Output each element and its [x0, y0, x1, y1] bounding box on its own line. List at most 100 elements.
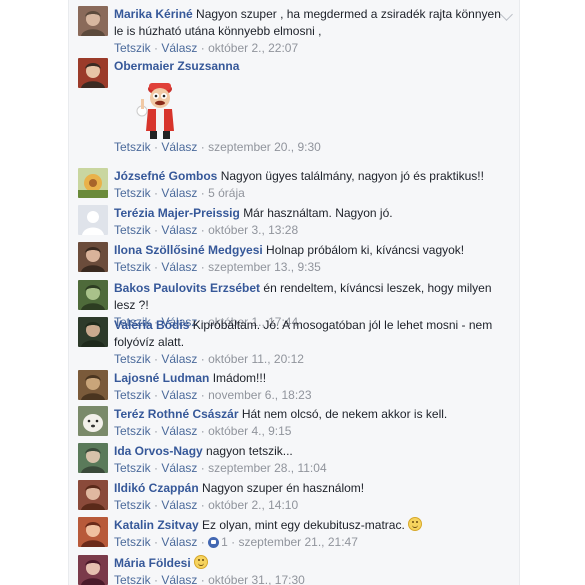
comment-text: Nagyon szuper én használom! [202, 481, 365, 495]
comment-timestamp[interactable]: október 2., 14:10 [208, 498, 298, 512]
like-link[interactable]: Tetszik [114, 352, 151, 366]
comment-line: Marika Kériné Nagyon szuper , ha megderm… [114, 6, 507, 40]
comment-author[interactable]: Obermaier Zsuzsanna [114, 59, 239, 73]
avatar[interactable] [78, 555, 108, 585]
comment-timestamp[interactable]: október 4., 9:15 [208, 424, 291, 438]
avatar[interactable] [78, 443, 108, 473]
like-link[interactable]: Tetszik [114, 498, 151, 512]
avatar[interactable] [78, 317, 108, 347]
comment-meta: Tetszik · Válasz · október 3., 13:28 [114, 223, 507, 238]
comment-author[interactable]: Katalin Zsitvay [114, 518, 199, 532]
like-link[interactable]: Tetszik [114, 140, 151, 154]
comment-author[interactable]: Marika Kériné [114, 7, 193, 21]
comment-timestamp[interactable]: október 2., 22:07 [208, 41, 298, 55]
smile-emoji-icon [408, 517, 423, 531]
separator-dot: · [154, 573, 159, 585]
separator-dot: · [154, 260, 159, 274]
reply-link[interactable]: Válasz [161, 498, 197, 512]
reply-link[interactable]: Válasz [161, 535, 197, 549]
separator-dot: · [154, 140, 159, 154]
separator-dot: · [154, 498, 159, 512]
comment-author[interactable]: Teréz Rothné Császár [114, 407, 238, 421]
comment-meta: Tetszik · Válasz · szeptember 20., 9:30 [114, 140, 507, 155]
comment-timestamp[interactable]: szeptember 28., 11:04 [208, 461, 327, 475]
comment-timestamp[interactable]: október 31., 17:30 [208, 573, 305, 585]
sticker-image [134, 75, 182, 141]
comment-line: Katalin Zsitvay Ez olyan, mint egy dekub… [114, 517, 507, 534]
comment-line: Mária Földesi [114, 555, 507, 572]
avatar[interactable] [78, 480, 108, 510]
like-link[interactable]: Tetszik [114, 388, 151, 402]
comment-body: Józsefné Gombos Nagyon ügyes találmány, … [114, 168, 507, 201]
comment-meta: Tetszik · Válasz · október 2., 22:07 [114, 41, 507, 56]
avatar[interactable] [78, 517, 108, 547]
comment-timestamp[interactable]: 5 órája [208, 186, 245, 200]
avatar[interactable] [78, 370, 108, 400]
reply-link[interactable]: Válasz [161, 424, 197, 438]
reply-link[interactable]: Válasz [161, 223, 197, 237]
flower-avatar[interactable] [78, 168, 108, 198]
comment-text: Imádom!!! [212, 371, 267, 385]
comment-line: Lajosné Ludman Imádom!!! [114, 370, 507, 387]
comment-author[interactable]: Bakos Paulovits Erzsébet [114, 281, 260, 295]
comment-author[interactable]: Valéria Bódis [114, 318, 189, 332]
avatar[interactable] [78, 280, 108, 310]
like-link[interactable]: Tetszik [114, 260, 151, 274]
comment-meta: Tetszik · Válasz · szeptember 13., 9:35 [114, 260, 507, 275]
separator-dot: · [154, 41, 159, 55]
comment-text: Hát nem olcsó, de nekem akkor is kell. [241, 407, 448, 421]
reply-link[interactable]: Válasz [161, 140, 197, 154]
like-link[interactable]: Tetszik [114, 461, 151, 475]
comment-timestamp[interactable]: szeptember 21., 21:47 [238, 535, 357, 549]
avatar[interactable] [78, 242, 108, 272]
reply-link[interactable]: Válasz [161, 461, 197, 475]
separator-dot: · [154, 461, 159, 475]
separator-dot: · [200, 223, 205, 237]
like-link[interactable]: Tetszik [114, 223, 151, 237]
comment-timestamp[interactable]: október 3., 13:28 [208, 223, 298, 237]
comment-timestamp[interactable]: november 6., 18:23 [208, 388, 311, 402]
like-link[interactable]: Tetszik [114, 535, 151, 549]
reply-link[interactable]: Válasz [161, 573, 197, 585]
comment-line: Teréz Rothné Császár Hát nem olcsó, de n… [114, 406, 507, 423]
comment-author[interactable]: Lajosné Ludman [114, 371, 209, 385]
comment-meta: Tetszik · Válasz · 5 órája [114, 186, 507, 201]
comment-body: Valéria Bódis Kipróbáltam. Jó. A mosogat… [114, 317, 507, 367]
comment-body: Ildikó Czappán Nagyon szuper én használo… [114, 480, 507, 513]
separator-dot: · [154, 352, 159, 366]
reply-link[interactable]: Válasz [161, 260, 197, 274]
comment-author[interactable]: Terézia Majer-Preissig [114, 206, 240, 220]
comment-timestamp[interactable]: szeptember 20., 9:30 [208, 140, 321, 154]
like-link[interactable]: Tetszik [114, 424, 151, 438]
comment-line: Ida Orvos-Nagy nagyon tetszik... [114, 443, 507, 460]
comment-author[interactable]: Józsefné Gombos [114, 169, 217, 183]
comment-timestamp[interactable]: október 11., 20:12 [208, 352, 304, 366]
comment-author[interactable]: Mária Földesi [114, 556, 191, 570]
reply-link[interactable]: Válasz [161, 41, 197, 55]
default-avatar[interactable] [78, 205, 108, 235]
reaction-count[interactable]: 1 [221, 535, 228, 549]
like-link[interactable]: Tetszik [114, 41, 151, 55]
reply-link[interactable]: Válasz [161, 186, 197, 200]
like-link[interactable]: Tetszik [114, 186, 151, 200]
comment-line: Ildikó Czappán Nagyon szuper én használo… [114, 480, 507, 497]
comment-timestamp[interactable]: szeptember 13., 9:35 [208, 260, 321, 274]
dog-avatar[interactable] [78, 406, 108, 436]
like-reaction-icon[interactable] [208, 537, 220, 548]
comment-meta: Tetszik · Válasz · október 2., 14:10 [114, 498, 507, 513]
comment-author[interactable]: Ilona Szöllősiné Medgyesi [114, 243, 263, 257]
comment-author[interactable]: Ida Orvos-Nagy [114, 444, 203, 458]
reply-link[interactable]: Válasz [161, 352, 197, 366]
separator-dot: · [231, 535, 236, 549]
comment-line: Bakos Paulovits Erzsébet én rendeltem, k… [114, 280, 507, 314]
avatar[interactable] [78, 58, 108, 88]
avatar[interactable] [78, 6, 108, 36]
comment-author[interactable]: Ildikó Czappán [114, 481, 199, 495]
like-link[interactable]: Tetszik [114, 573, 151, 585]
comment-line: Ilona Szöllősiné Medgyesi Holnap próbálo… [114, 242, 507, 259]
comment-text: Holnap próbálom ki, kíváncsi vagyok! [266, 243, 465, 257]
comment-body: Obermaier Zsuzsanna Tetszik · Válasz · s… [114, 58, 507, 155]
comment-line: Józsefné Gombos Nagyon ügyes találmány, … [114, 168, 507, 185]
comment-body: Marika Kériné Nagyon szuper , ha megderm… [114, 6, 507, 56]
reply-link[interactable]: Válasz [161, 388, 197, 402]
